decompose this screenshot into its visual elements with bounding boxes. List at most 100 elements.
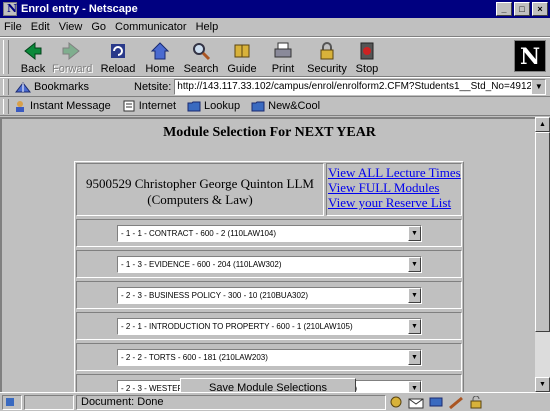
composer-icon[interactable] [448,396,464,409]
forward-label: Forward [52,63,93,75]
toolbar-grip[interactable] [3,40,9,74]
page-icon [123,100,135,112]
status-bar: Document: Done [0,392,550,411]
guide-button[interactable]: Guide [223,38,261,78]
lookup-label: Lookup [204,100,241,112]
scroll-up-icon[interactable]: ▲ [535,117,550,132]
vertical-scrollbar[interactable]: ▲ ▼ [535,117,550,392]
search-icon [193,43,211,61]
back-arrow-icon [24,41,42,61]
stop-button[interactable]: Stop [348,38,386,78]
search-label: Search [183,63,219,75]
view-full-modules-link[interactable]: View FULL Modules [328,180,461,195]
search-button[interactable]: Search [182,38,220,78]
security-status-icon[interactable] [468,395,484,409]
stop-label: Stop [355,63,379,75]
stop-icon [360,42,374,60]
module-select-5[interactable]: - 2 - 2 - TORTS - 600 - 181 (210LAW203) … [117,349,422,366]
guide-icon [234,44,250,58]
new-and-cool-button[interactable]: New&Cool [251,100,320,112]
view-reserve-list-link[interactable]: View your Reserve List [328,195,461,210]
menu-help[interactable]: Help [196,21,219,33]
module-select-value: - 2 - 1 - INTRODUCTION TO PROPERTY - 600… [121,322,353,331]
print-button[interactable]: Print [264,38,302,78]
chevron-down-icon[interactable]: ▼ [408,226,421,241]
menu-view[interactable]: View [59,21,83,33]
module-select-4[interactable]: - 2 - 1 - INTRODUCTION TO PROPERTY - 600… [117,318,422,335]
window-controls: _ □ × [494,2,548,16]
student-name: 9500529 Christopher George Quinton LLM [86,176,314,191]
reload-button[interactable]: Reload [99,38,137,78]
lock-icon [320,42,334,60]
instant-message-label: Instant Message [30,100,111,112]
personal-toolbar: Instant Message Internet Lookup New&Cool [0,97,550,116]
minimize-button[interactable]: _ [496,2,512,16]
module-row: - 2 - 1 - INTRODUCTION TO PROPERTY - 600… [76,312,462,340]
links-cell: View ALL Lecture Times View FULL Modules… [326,163,462,216]
module-row: - 2 - 2 - TORTS - 600 - 181 (210LAW203) … [76,343,462,371]
chevron-down-icon[interactable]: ▼ [408,350,421,365]
chevron-down-icon[interactable]: ▼ [408,288,421,303]
folder-icon [251,101,265,112]
netsite-label: Netsite: [134,81,172,93]
guide-label: Guide [227,63,257,75]
netscape-logo[interactable]: N [514,40,546,72]
security-button[interactable]: Security [305,38,349,78]
menu-communicator[interactable]: Communicator [115,21,187,33]
security-label: Security [307,63,347,75]
navigation-toolbar: Back Forward Reload Home Search Guide Pr… [0,37,550,77]
status-text: Document: Done [76,394,386,410]
url-input[interactable]: http://143.117.33.102/campus/enrol/enrol… [174,79,547,95]
discussions-icon[interactable] [428,396,444,409]
print-label: Print [271,63,295,75]
scrollbar-thumb[interactable] [535,132,550,332]
navigator-icon[interactable] [388,396,404,409]
mail-icon[interactable] [408,396,424,409]
module-select-3[interactable]: - 2 - 3 - BUSINESS POLICY - 300 - 10 (21… [117,287,422,304]
chevron-down-icon[interactable]: ▼ [408,319,421,334]
lookup-button[interactable]: Lookup [187,100,240,112]
window-title: Enrol entry - Netscape [21,3,138,15]
module-select-value: - 1 - 3 - EVIDENCE - 600 - 204 (110LAW30… [121,260,282,269]
close-button[interactable]: × [532,2,548,16]
menu-go[interactable]: Go [91,21,106,33]
chevron-down-icon[interactable]: ▼ [408,381,421,392]
component-bar [388,395,488,409]
module-row: - 1 - 3 - EVIDENCE - 600 - 204 (110LAW30… [76,250,462,278]
person-icon [16,101,24,112]
url-text: http://143.117.33.102/campus/enrol/enrol… [177,81,533,92]
netscape-app-icon [3,2,17,16]
module-select-value: - 1 - 1 - CONTRACT - 600 - 2 (110LAW104) [121,229,277,238]
reload-label: Reload [100,63,136,75]
scroll-down-icon[interactable]: ▼ [535,377,550,392]
connection-icon [6,397,14,406]
window-titlebar: Enrol entry - Netscape _ □ × [0,0,550,18]
student-course: (Computers & Law) [147,192,253,207]
module-select-2[interactable]: - 1 - 3 - EVIDENCE - 600 - 204 (110LAW30… [117,256,422,273]
home-button[interactable]: Home [141,38,179,78]
back-button[interactable]: Back [14,38,52,78]
instant-message-button[interactable]: Instant Message [13,100,111,112]
menu-edit[interactable]: Edit [31,21,50,33]
save-module-selections-button[interactable]: Save Module Selections [180,378,356,392]
location-toolbar: Bookmarks Netsite: http://143.117.33.102… [0,77,550,97]
forward-arrow-icon [62,41,80,61]
reload-icon [111,44,125,58]
bookmarks-button[interactable]: Bookmarks [15,81,130,93]
chevron-down-icon[interactable]: ▼ [408,257,421,272]
url-dropdown-icon[interactable]: ▼ [531,80,546,94]
menu-file[interactable]: File [4,21,22,33]
module-table: 9500529 Christopher George Quinton LLM (… [74,161,464,392]
maximize-button[interactable]: □ [514,2,530,16]
bookmarks-icon [15,82,31,93]
module-select-1[interactable]: - 1 - 1 - CONTRACT - 600 - 2 (110LAW104)… [117,225,422,242]
student-info-cell: 9500529 Christopher George Quinton LLM (… [76,163,324,216]
personal-grip[interactable] [3,98,9,114]
location-grip[interactable] [3,79,9,95]
home-label: Home [145,63,175,75]
view-all-lecture-times-link[interactable]: View ALL Lecture Times [328,165,461,180]
internet-button[interactable]: Internet [122,100,176,112]
forward-button[interactable]: Forward [52,38,93,78]
internet-label: Internet [138,100,177,112]
module-row: - 2 - 3 - BUSINESS POLICY - 300 - 10 (21… [76,281,462,309]
